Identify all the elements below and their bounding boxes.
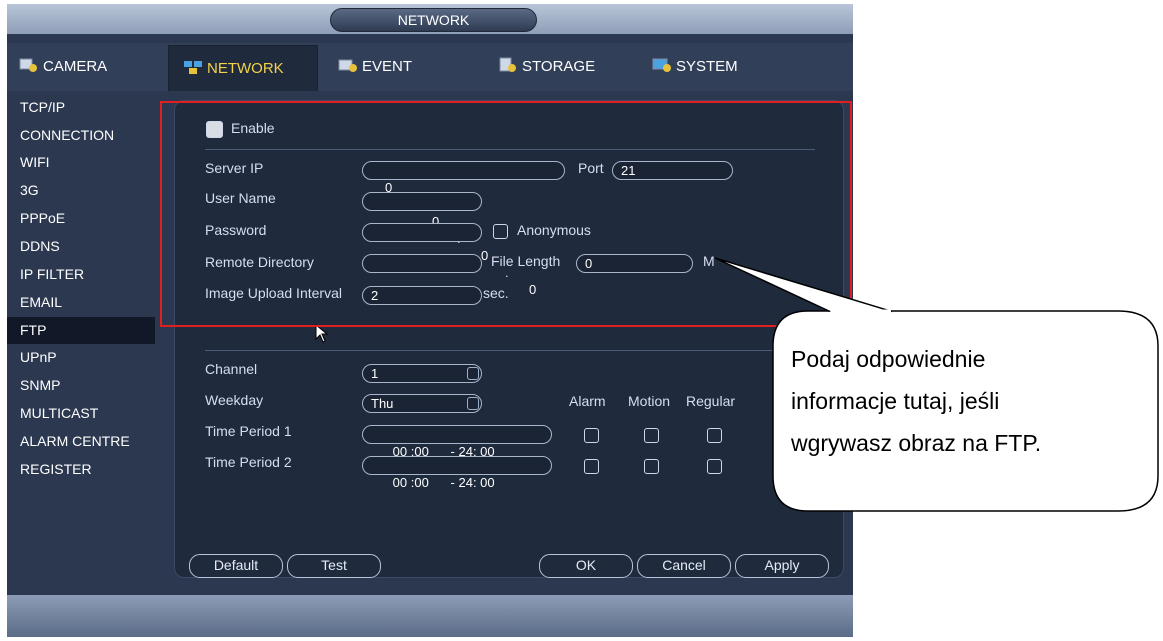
callout-line: Podaj odpowiednie [791,346,986,372]
callout-line: wgrywasz obraz na FTP. [791,430,1042,456]
callout-text: Podaj odpowiednie informacje tutaj, jeśl… [791,338,1151,464]
speech-bubble [714,257,1159,512]
callout-line: informacje tutaj, jeśli [791,388,1000,414]
